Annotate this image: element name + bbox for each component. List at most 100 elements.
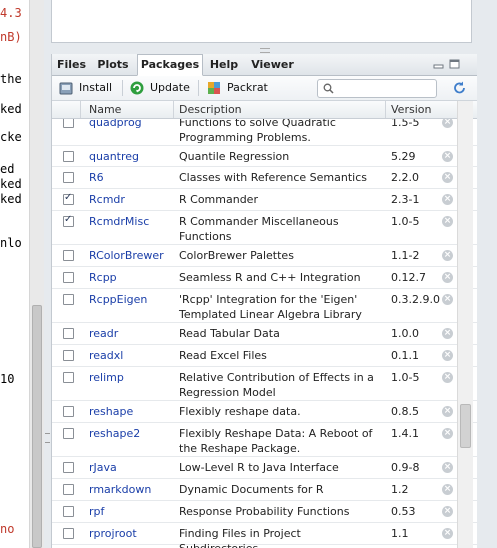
remove-package-icon[interactable]: × xyxy=(442,328,453,339)
remove-package-icon[interactable]: × xyxy=(442,194,453,205)
package-name-link[interactable]: quantreg xyxy=(89,150,139,163)
package-checkbox[interactable] xyxy=(63,172,74,183)
header-description[interactable]: Description xyxy=(179,103,242,116)
packages-list: quadprog Functions to solve Quadratic Pro… xyxy=(52,119,477,548)
remove-package-icon[interactable]: × xyxy=(442,272,453,283)
remove-package-icon[interactable]: × xyxy=(442,484,453,495)
package-checkbox[interactable] xyxy=(63,119,74,128)
vertical-splitter[interactable] xyxy=(44,0,51,548)
maximize-icon[interactable] xyxy=(449,59,460,69)
remove-package-icon[interactable]: × xyxy=(442,406,453,417)
remove-package-icon[interactable]: × xyxy=(442,172,453,183)
package-checkbox[interactable] xyxy=(63,192,74,205)
table-header: Name Description Version xyxy=(52,101,477,119)
remove-package-icon[interactable]: × xyxy=(442,428,453,439)
remove-package-icon[interactable]: × xyxy=(442,350,453,361)
packages-scrollbar-thumb[interactable] xyxy=(460,404,471,448)
update-button[interactable]: Update xyxy=(130,80,196,96)
table-row: Rcmdr R Commander 2.3-1 × xyxy=(52,189,477,211)
header-version[interactable]: Version xyxy=(391,103,431,116)
package-name-link[interactable]: readxl xyxy=(89,349,123,362)
remove-package-icon[interactable]: × xyxy=(442,506,453,517)
remove-package-icon[interactable]: × xyxy=(442,372,453,383)
update-label: Update xyxy=(150,81,190,94)
tab-help[interactable]: Help xyxy=(205,55,243,74)
remove-package-icon[interactable]: × xyxy=(442,151,453,162)
package-description: R Commander Miscellaneous Functions xyxy=(179,215,339,243)
package-name-link[interactable]: rprojroot xyxy=(89,527,137,540)
package-checkbox[interactable] xyxy=(63,406,74,417)
console-line: nlo xyxy=(0,236,22,250)
hsplit-grip[interactable] xyxy=(260,48,270,53)
minimize-icon[interactable] xyxy=(433,59,444,69)
package-name-link[interactable]: rpf xyxy=(89,505,104,518)
package-name-link[interactable]: Rcpp xyxy=(89,271,117,284)
horizontal-splitter[interactable] xyxy=(51,46,497,54)
remove-package-icon[interactable]: × xyxy=(442,250,453,261)
remove-package-icon[interactable]: × xyxy=(442,119,453,128)
search-box[interactable] xyxy=(317,79,437,98)
top-right-pane xyxy=(51,0,497,46)
package-checkbox[interactable] xyxy=(63,372,74,383)
tab-files[interactable]: Files xyxy=(55,55,88,74)
package-version: 1.0.0 xyxy=(391,327,419,340)
table-row: rpf Response Probability Functions 0.53 × xyxy=(52,501,477,523)
remove-package-icon[interactable]: × xyxy=(442,528,453,539)
package-name-link[interactable]: R6 xyxy=(89,171,104,184)
remove-package-icon[interactable]: × xyxy=(442,294,453,305)
install-label: Install xyxy=(79,81,113,94)
packrat-button[interactable]: Packrat xyxy=(207,80,269,96)
table-row: quantreg Quantile Regression 5.29 × xyxy=(52,146,477,167)
package-checkbox[interactable] xyxy=(63,428,74,439)
package-version: 0.3.2.9.0 xyxy=(391,293,440,306)
header-divider xyxy=(80,101,81,118)
package-name-link[interactable]: RcppEigen xyxy=(89,293,147,306)
package-checkbox[interactable] xyxy=(63,506,74,517)
package-checkbox[interactable] xyxy=(63,484,74,495)
package-version: 1.1-2 xyxy=(391,249,420,262)
table-row: reshape2 Flexibly Reshape Data: A Reboot … xyxy=(52,423,477,457)
package-checkbox[interactable] xyxy=(63,151,74,162)
install-button[interactable]: Install xyxy=(59,80,119,96)
splitter-grip[interactable] xyxy=(45,433,50,443)
package-name-link[interactable]: reshape xyxy=(89,405,133,418)
packrat-label: Packrat xyxy=(227,81,268,94)
tab-packages[interactable]: Packages xyxy=(137,54,203,76)
package-description: Relative Contribution of Effects in a Re… xyxy=(179,371,374,399)
package-name-link[interactable]: RcmdrMisc xyxy=(89,215,149,228)
package-name-link[interactable]: relimp xyxy=(89,371,124,384)
package-description: Finding Files in Project Subdirectories xyxy=(179,527,301,548)
package-description: Response Probability Functions xyxy=(179,505,350,518)
refresh-icon[interactable] xyxy=(451,80,469,96)
package-checkbox[interactable] xyxy=(63,328,74,339)
install-icon xyxy=(59,82,73,95)
package-name-link[interactable]: RColorBrewer xyxy=(89,249,164,262)
package-checkbox[interactable] xyxy=(63,272,74,283)
package-description: Read Excel Files xyxy=(179,349,267,362)
console-scrollbar-thumb[interactable] xyxy=(32,305,42,548)
header-name[interactable]: Name xyxy=(89,103,121,116)
table-row: quadprog Functions to solve Quadratic Pro… xyxy=(52,119,477,146)
packages-scrollbar[interactable] xyxy=(457,101,473,548)
package-checkbox[interactable] xyxy=(63,350,74,361)
search-input[interactable] xyxy=(336,80,432,95)
tab-viewer[interactable]: Viewer xyxy=(249,55,296,74)
package-description: Low-Level R to Java Interface xyxy=(179,461,339,474)
console-scrollbar[interactable] xyxy=(29,0,44,548)
package-name-link[interactable]: readr xyxy=(89,327,118,340)
tab-plots[interactable]: Plots xyxy=(92,55,134,74)
package-checkbox[interactable] xyxy=(63,528,74,539)
package-description: Functions to solve Quadratic Programming… xyxy=(179,119,336,144)
package-name-link[interactable]: rJava xyxy=(89,461,117,474)
package-checkbox[interactable] xyxy=(63,462,74,473)
package-name-link[interactable]: rmarkdown xyxy=(89,483,151,496)
remove-package-icon[interactable]: × xyxy=(442,462,453,473)
package-name-link[interactable]: reshape2 xyxy=(89,427,140,440)
package-checkbox[interactable] xyxy=(63,214,74,227)
remove-package-icon[interactable]: × xyxy=(442,216,453,227)
package-name-link[interactable]: Rcmdr xyxy=(89,193,125,206)
package-version: 1.0-5 xyxy=(391,371,420,384)
package-name-link[interactable]: quadprog xyxy=(89,119,142,129)
package-checkbox[interactable] xyxy=(63,250,74,261)
package-checkbox[interactable] xyxy=(63,294,74,305)
